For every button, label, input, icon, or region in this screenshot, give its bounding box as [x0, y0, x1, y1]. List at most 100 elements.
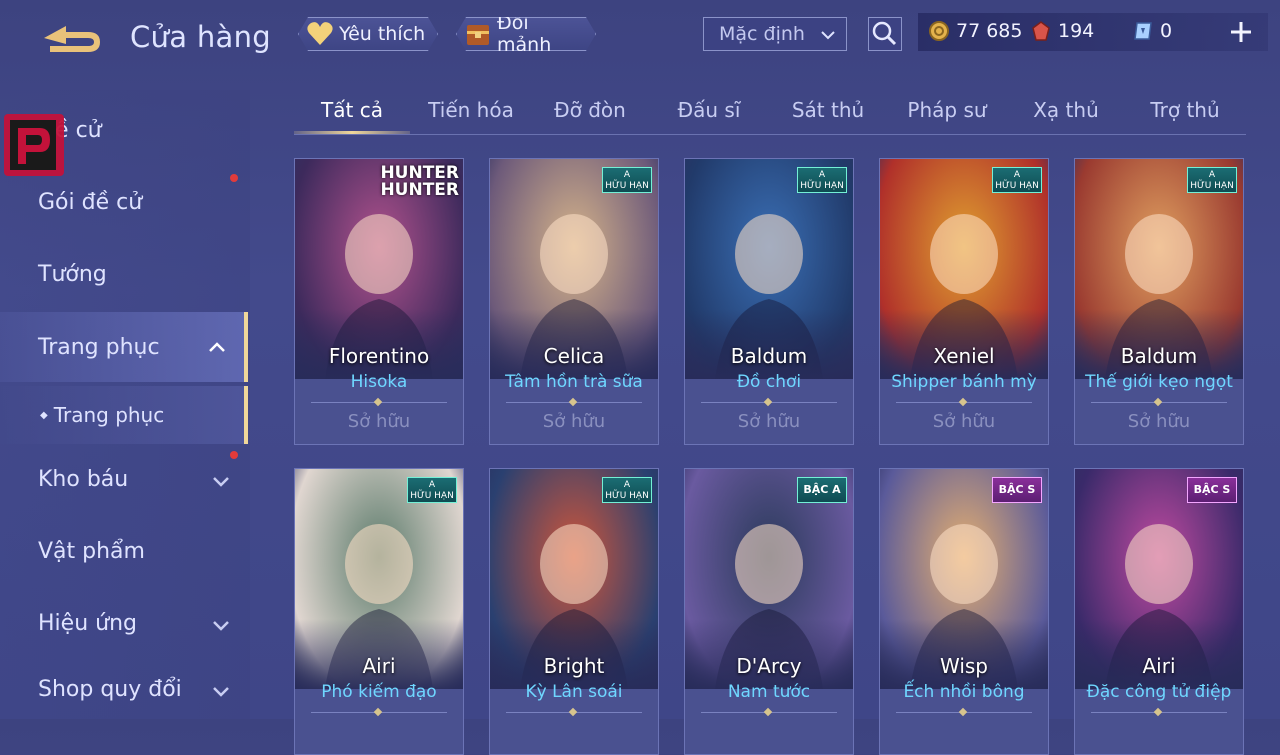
hero-name: Wisp: [939, 654, 988, 678]
gold-value: 77 685: [956, 20, 1023, 42]
skin-card[interactable]: A HỮU HẠN Baldum Đồ chơi Sở hữu: [684, 158, 854, 445]
divider: [896, 712, 1032, 713]
rarity-badge: BẬC S: [1187, 477, 1237, 503]
sidebar-item-items[interactable]: Vật phẩm: [0, 521, 248, 581]
rarity-badge: A HỮU HẠN: [602, 477, 652, 503]
skin-name: Kỳ Lân soái: [525, 682, 623, 702]
page-title: Cửa hàng: [130, 20, 271, 54]
skin-card[interactable]: A HỮU HẠN Celica Tâm hồn trà sữa Sở hữu: [489, 158, 659, 445]
rarity-badge: A HỮU HẠN: [992, 167, 1042, 193]
tab-mage[interactable]: Pháp sư: [889, 98, 1005, 122]
voucher-balance: 0: [1132, 20, 1172, 42]
rarity-badge: A HỮU HẠN: [407, 477, 457, 503]
ruby-balance: 194: [1030, 20, 1094, 42]
owned-status: Sở hữu: [737, 411, 801, 432]
gold-coin-icon: [929, 21, 949, 41]
skin-card[interactable]: BẬC A D'Arcy Nam tước: [684, 468, 854, 755]
chevron-down-icon: [212, 471, 230, 489]
skin-card[interactable]: HUNTER HUNTER Florentino Hisoka Sở hữu: [294, 158, 464, 445]
exchange-label: Đổi mảnh: [497, 12, 552, 56]
tab-fighter[interactable]: Đấu sĩ: [651, 98, 767, 122]
skin-name: Tâm hồn trà sữa: [505, 372, 643, 392]
divider: [1091, 712, 1227, 713]
sidebar-item-label: Tướng: [38, 261, 107, 287]
sidebar-item-label: Gói đề cử: [38, 189, 143, 215]
exchange-button[interactable]: Đổi mảnh: [456, 17, 596, 51]
add-currency-button[interactable]: [1228, 19, 1254, 45]
skin-name: Đặc công tử điệp: [1086, 682, 1232, 702]
collab-logo: HUNTER HUNTER: [380, 163, 459, 200]
divider: [506, 712, 642, 713]
skin-name: Shipper bánh mỳ: [891, 372, 1037, 392]
tab-evolution[interactable]: Tiến hóa: [413, 98, 529, 122]
sidebar-item-label: Vật phẩm: [38, 538, 145, 564]
chevron-up-icon: [208, 338, 226, 356]
skin-card[interactable]: A HỮU HẠN Xeniel Shipper bánh mỳ Sở hữu: [879, 158, 1049, 445]
voucher-icon: [1134, 22, 1152, 40]
tab-support[interactable]: Trợ thủ: [1127, 98, 1243, 122]
chevron-down-icon: [212, 615, 230, 633]
hero-name: Celica: [543, 344, 605, 368]
divider: [506, 402, 642, 403]
skin-name: Thế giới kẹo ngọt: [1085, 372, 1233, 392]
sidebar-item-label: Kho báu: [38, 466, 129, 492]
top-bar: Cửa hàng Yêu thích Đổi mảnh Mặc định 77 …: [0, 0, 1280, 72]
active-tab-indicator: [294, 131, 410, 134]
back-button[interactable]: [36, 18, 106, 58]
hero-name: D'Arcy: [736, 654, 802, 678]
divider: [311, 712, 447, 713]
skin-card[interactable]: A HỮU HẠN Baldum Thế giới kẹo ngọt Sở hữu: [1074, 158, 1244, 445]
skin-card[interactable]: A HỮU HẠN Airi Phó kiếm đạo: [294, 468, 464, 755]
skin-name: Đồ chơi: [736, 372, 802, 392]
skin-name: Nam tước: [727, 682, 811, 702]
chest-icon: [463, 19, 493, 49]
divider: [701, 712, 837, 713]
search-icon: [869, 21, 900, 53]
tab-assassin[interactable]: Sát thủ: [770, 98, 886, 122]
sidebar-item-bundles[interactable]: Gói đề cử: [0, 172, 248, 232]
rarity-badge: BẬC A: [797, 477, 847, 503]
currency-bar: 77 685 194 0: [918, 13, 1268, 51]
heart-icon: [305, 19, 335, 49]
rarity-badge: A HỮU HẠN: [1187, 167, 1237, 193]
skin-name: Phó kiếm đạo: [321, 682, 437, 702]
hero-name: Xeniel: [933, 344, 995, 368]
skin-name: Ếch nhồi bông: [903, 682, 1025, 702]
divider: [1091, 402, 1227, 403]
sidebar-item-label: Shop quy đổi: [38, 676, 182, 702]
sidebar-item-label: Trang phục: [38, 334, 160, 360]
hero-name: Airi: [362, 654, 396, 678]
sidebar-item-label: Hiệu ứng: [38, 610, 137, 636]
sidebar-item-skins[interactable]: Trang phục: [0, 312, 248, 382]
ruby-value: 194: [1058, 20, 1095, 42]
tab-marksman[interactable]: Xạ thủ: [1008, 98, 1124, 122]
owned-status: Sở hữu: [1127, 411, 1191, 432]
sidebar-item-exchange-shop[interactable]: Shop quy đổi: [0, 659, 248, 719]
sort-select[interactable]: Mặc định: [703, 17, 847, 51]
bullet-icon: ◆: [40, 409, 48, 421]
divider: [896, 402, 1032, 403]
owned-status: Sở hữu: [542, 411, 606, 432]
sidebar-item-heroes[interactable]: Tướng: [0, 244, 248, 304]
hero-name: Florentino: [328, 344, 430, 368]
chevron-down-icon: [212, 681, 230, 699]
tab-all[interactable]: Tất cả: [294, 98, 410, 122]
gold-balance: 77 685: [928, 20, 1022, 42]
category-tabs: Tất cả Tiến hóa Đỡ đòn Đấu sĩ Sát thủ Ph…: [294, 88, 1246, 135]
skin-card[interactable]: BẬC S Wisp Ếch nhồi bông: [879, 468, 1049, 755]
hero-name: Bright: [543, 654, 605, 678]
overlay-logo: [4, 114, 64, 176]
hero-name: Baldum: [730, 344, 808, 368]
search-button[interactable]: [868, 17, 902, 51]
sidebar-subitem-skins[interactable]: ◆ Trang phục: [0, 386, 248, 444]
hero-name: Airi: [1142, 654, 1176, 678]
sort-select-value: Mặc định: [719, 23, 805, 45]
skin-card[interactable]: A HỮU HẠN Bright Kỳ Lân soái: [489, 468, 659, 755]
tab-tank[interactable]: Đỡ đòn: [532, 98, 648, 122]
skin-card[interactable]: BẬC S Airi Đặc công tử điệp: [1074, 468, 1244, 755]
hero-name: Baldum: [1120, 344, 1198, 368]
sidebar-item-effects[interactable]: Hiệu ứng: [0, 593, 248, 653]
favorites-button[interactable]: Yêu thích: [298, 17, 438, 51]
sidebar-item-treasure[interactable]: Kho báu: [0, 449, 248, 509]
voucher-value: 0: [1160, 20, 1173, 42]
